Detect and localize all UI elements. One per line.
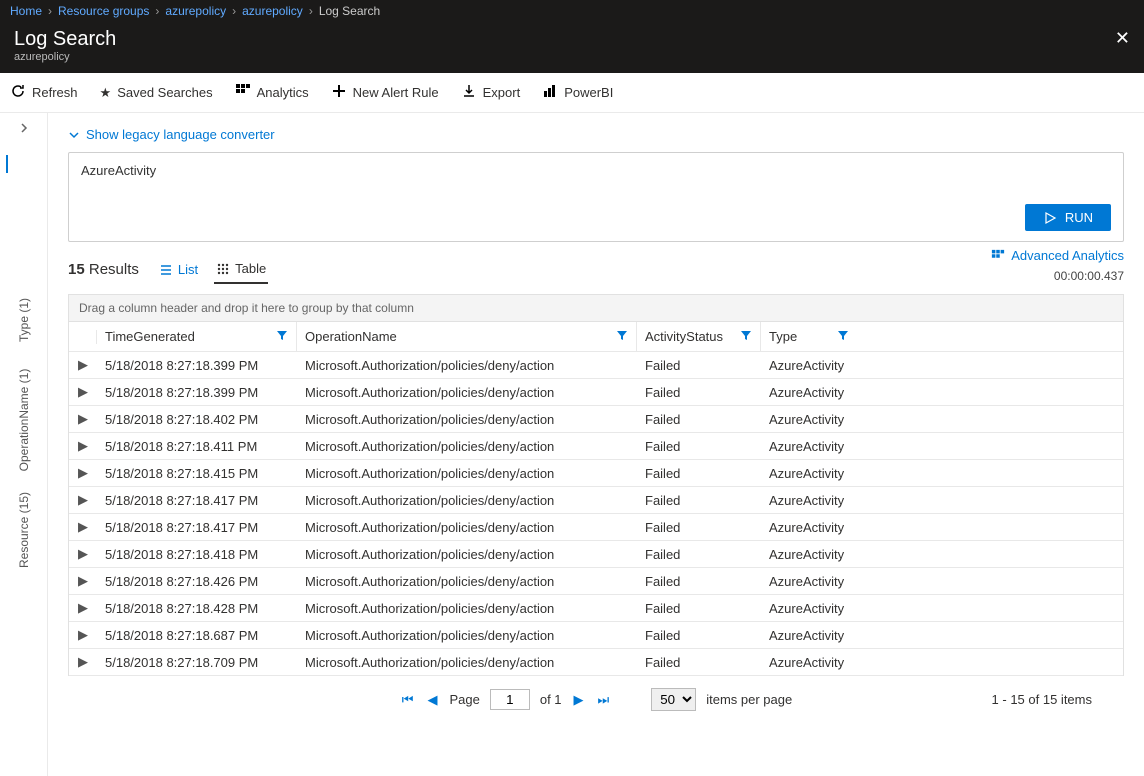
expand-row-icon[interactable]: ▶: [78, 384, 88, 399]
table-row[interactable]: ▶5/18/2018 8:27:18.428 PMMicrosoft.Autho…: [69, 595, 1123, 622]
table-row[interactable]: ▶5/18/2018 8:27:18.687 PMMicrosoft.Autho…: [69, 622, 1123, 649]
filter-icon[interactable]: [837, 329, 849, 344]
table-row[interactable]: ▶5/18/2018 8:27:18.426 PMMicrosoft.Autho…: [69, 568, 1123, 595]
table-row[interactable]: ▶5/18/2018 8:27:18.417 PMMicrosoft.Autho…: [69, 514, 1123, 541]
view-table-button[interactable]: Table: [214, 255, 268, 284]
plus-icon: [331, 83, 347, 102]
expand-row-icon[interactable]: ▶: [78, 411, 88, 426]
star-icon: ★: [100, 85, 112, 101]
crumb-log-search: Log Search: [319, 4, 380, 18]
table-row[interactable]: ▶5/18/2018 8:27:18.417 PMMicrosoft.Autho…: [69, 487, 1123, 514]
list-icon: [159, 263, 173, 277]
play-icon: [1043, 211, 1057, 225]
pager-first-icon[interactable]: ⏮: [400, 692, 416, 708]
facet-resource[interactable]: Resource (15): [17, 492, 31, 568]
crumb-resource-groups[interactable]: Resource groups: [58, 4, 149, 18]
chevron-down-icon: [68, 129, 80, 141]
legacy-converter-link[interactable]: Show legacy language converter: [68, 127, 1124, 142]
new-alert-rule-button[interactable]: New Alert Rule: [331, 83, 439, 102]
filter-icon[interactable]: [616, 329, 628, 344]
pager-pagesize-select[interactable]: 50: [651, 688, 696, 711]
breadcrumb: Home› Resource groups› azurepolicy› azur…: [0, 0, 1144, 22]
facet-operation[interactable]: OperationName (1): [17, 369, 31, 472]
pager-prev-icon[interactable]: ◀: [425, 692, 439, 708]
group-by-dropzone[interactable]: Drag a column header and drop it here to…: [68, 294, 1124, 322]
query-text[interactable]: AzureActivity: [81, 163, 1111, 178]
table-icon: [216, 262, 230, 276]
filter-icon[interactable]: [740, 329, 752, 344]
expand-row-icon[interactable]: ▶: [78, 654, 88, 669]
facet-type[interactable]: Type (1): [17, 298, 31, 342]
saved-searches-button[interactable]: ★ Saved Searches: [100, 85, 213, 101]
facet-rail: Type (1) OperationName (1) Resource (15): [0, 113, 48, 776]
expand-row-icon[interactable]: ▶: [78, 600, 88, 615]
expand-row-icon[interactable]: ▶: [78, 465, 88, 480]
grid-header: TimeGenerated OperationName ActivityStat…: [69, 322, 1123, 352]
col-activitystatus[interactable]: ActivityStatus: [637, 322, 761, 351]
title-bar: Log Search azurepolicy ✕: [0, 22, 1144, 73]
table-row[interactable]: ▶5/18/2018 8:27:18.399 PMMicrosoft.Autho…: [69, 352, 1123, 379]
crumb-home[interactable]: Home: [10, 4, 42, 18]
expand-row-icon[interactable]: ▶: [78, 357, 88, 372]
pager-last-icon[interactable]: ⏭: [596, 692, 612, 708]
filter-icon[interactable]: [276, 329, 288, 344]
table-row[interactable]: ▶5/18/2018 8:27:18.411 PMMicrosoft.Autho…: [69, 433, 1123, 460]
table-row[interactable]: ▶5/18/2018 8:27:18.399 PMMicrosoft.Autho…: [69, 379, 1123, 406]
results-count: 15 Results: [68, 261, 139, 278]
col-timegenerated[interactable]: TimeGenerated: [97, 322, 297, 351]
refresh-button[interactable]: Refresh: [10, 83, 78, 102]
view-list-button[interactable]: List: [157, 255, 200, 284]
query-editor[interactable]: AzureActivity RUN: [68, 152, 1124, 242]
powerbi-icon: [542, 83, 558, 102]
expand-row-icon[interactable]: ▶: [78, 492, 88, 507]
page-subtitle: azurepolicy: [14, 51, 116, 63]
download-icon: [461, 83, 477, 102]
table-row[interactable]: ▶5/18/2018 8:27:18.709 PMMicrosoft.Autho…: [69, 649, 1123, 676]
pager-summary: 1 - 15 of 15 items: [992, 692, 1092, 707]
page-title: Log Search: [14, 28, 116, 51]
export-button[interactable]: Export: [461, 83, 521, 102]
expand-row-icon[interactable]: ▶: [78, 519, 88, 534]
pager-next-icon[interactable]: ▶: [572, 692, 586, 708]
powerbi-button[interactable]: PowerBI: [542, 83, 613, 102]
results-grid: TimeGenerated OperationName ActivityStat…: [68, 322, 1124, 676]
col-type[interactable]: Type: [761, 322, 857, 351]
close-button[interactable]: ✕: [1115, 28, 1130, 49]
run-button[interactable]: RUN: [1025, 204, 1111, 231]
toolbar: Refresh ★ Saved Searches Analytics New A…: [0, 73, 1144, 113]
col-operationname[interactable]: OperationName: [297, 322, 637, 351]
table-row[interactable]: ▶5/18/2018 8:27:18.415 PMMicrosoft.Autho…: [69, 460, 1123, 487]
pager-page-input[interactable]: [490, 689, 530, 710]
analytics-icon: [235, 83, 251, 102]
pager: ⏮ ◀ Page of 1 ▶ ⏭ 50 items per page 1 - …: [68, 676, 1124, 715]
crumb-azurepolicy-2[interactable]: azurepolicy: [242, 4, 303, 18]
table-row[interactable]: ▶5/18/2018 8:27:18.402 PMMicrosoft.Autho…: [69, 406, 1123, 433]
crumb-azurepolicy-1[interactable]: azurepolicy: [165, 4, 226, 18]
expand-row-icon[interactable]: ▶: [78, 627, 88, 642]
expand-row-icon[interactable]: ▶: [78, 546, 88, 561]
table-row[interactable]: ▶5/18/2018 8:27:18.418 PMMicrosoft.Autho…: [69, 541, 1123, 568]
refresh-icon: [10, 83, 26, 102]
expand-rail-button[interactable]: [0, 113, 47, 143]
expand-row-icon[interactable]: ▶: [78, 573, 88, 588]
expand-row-icon[interactable]: ▶: [78, 438, 88, 453]
analytics-button[interactable]: Analytics: [235, 83, 309, 102]
